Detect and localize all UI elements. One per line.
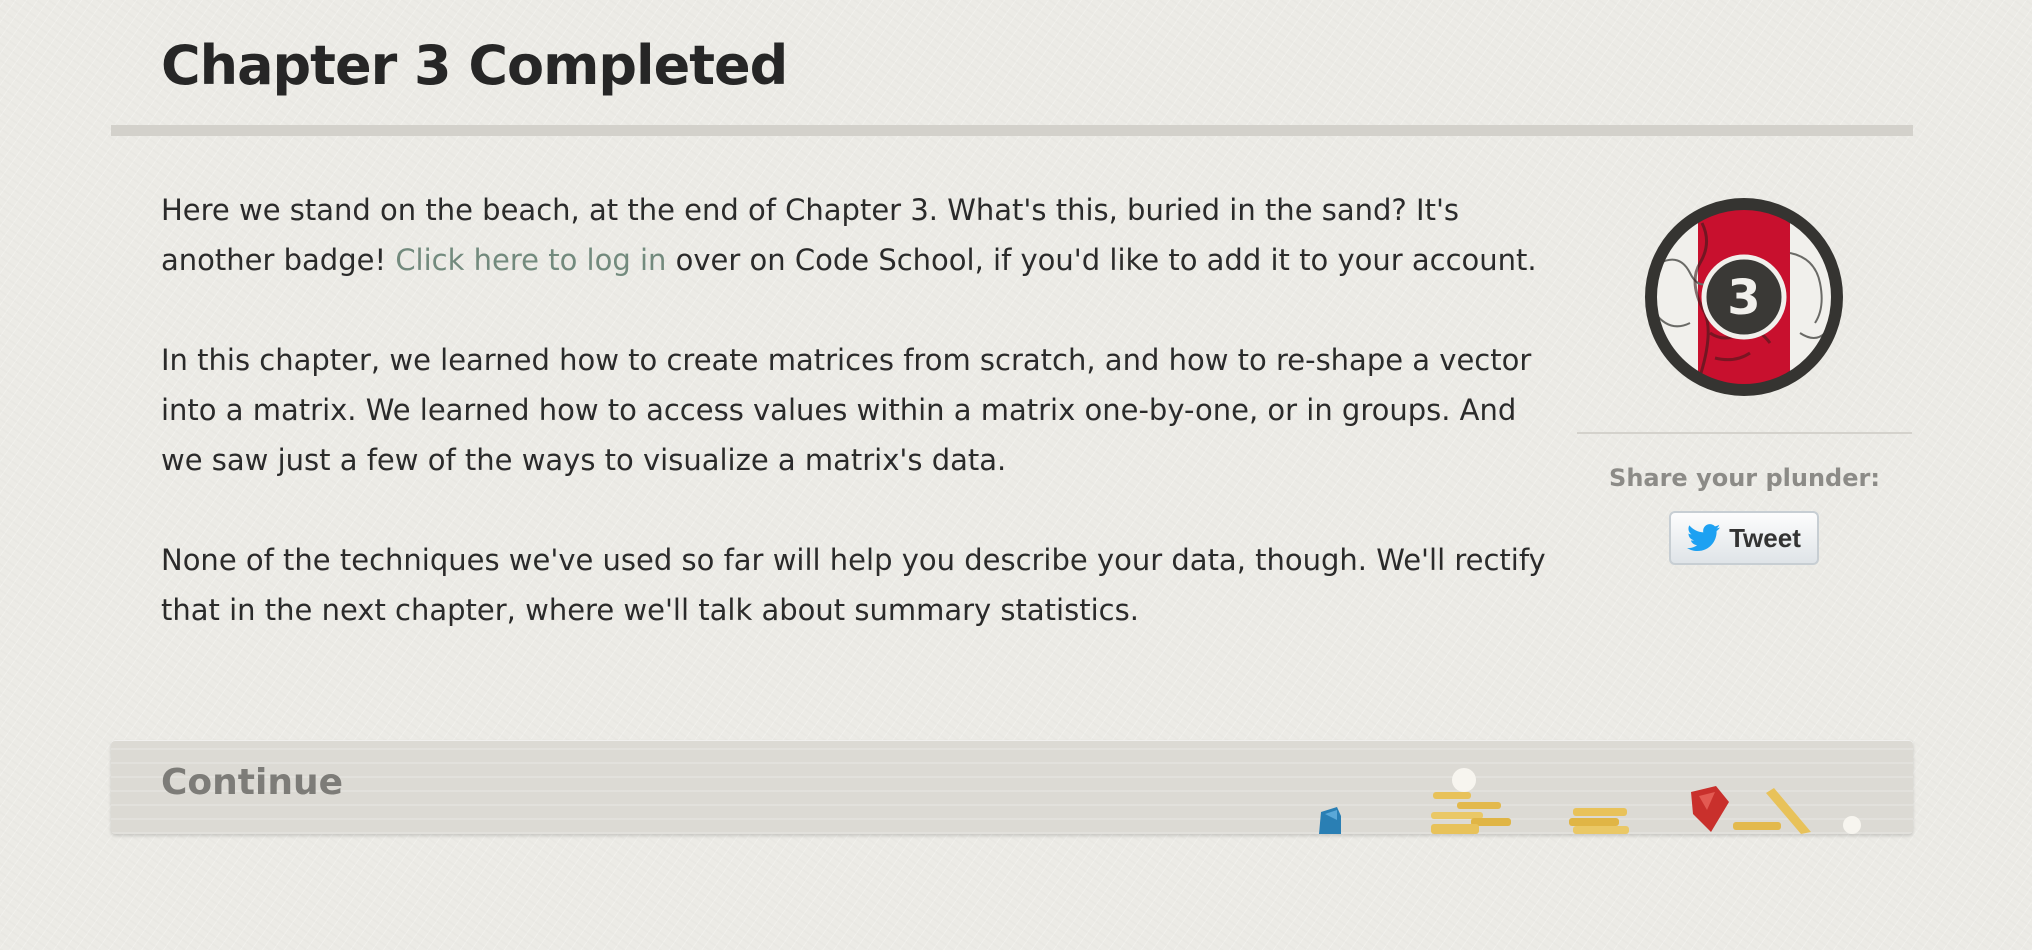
page-title: Chapter 3 Completed	[161, 34, 788, 97]
chapter-badge-icon: 3	[1645, 198, 1843, 396]
title-divider	[111, 125, 1913, 136]
paragraph-badge-outro: over on Code School, if you'd like to ad…	[666, 243, 1537, 277]
chapter-badge: 3	[1640, 193, 1848, 401]
treasure-pile-illustration	[1319, 768, 1861, 834]
tweet-button[interactable]: Tweet	[1669, 511, 1819, 565]
tweet-label: Tweet	[1729, 522, 1801, 553]
sidebar-divider	[1577, 432, 1912, 434]
chapter-summary: Here we stand on the beach, at the end o…	[161, 185, 1556, 685]
continue-button[interactable]: Continue	[111, 740, 1913, 834]
twitter-bird-icon	[1687, 524, 1721, 552]
badge-number: 3	[1727, 270, 1760, 326]
paragraph-badge: Here we stand on the beach, at the end o…	[161, 185, 1556, 285]
share-label: Share your plunder:	[1609, 464, 1880, 492]
paragraph-recap: In this chapter, we learned how to creat…	[161, 343, 1532, 477]
login-link[interactable]: Click here to log in	[395, 243, 666, 277]
paragraph-next: None of the techniques we've used so far…	[161, 543, 1546, 627]
